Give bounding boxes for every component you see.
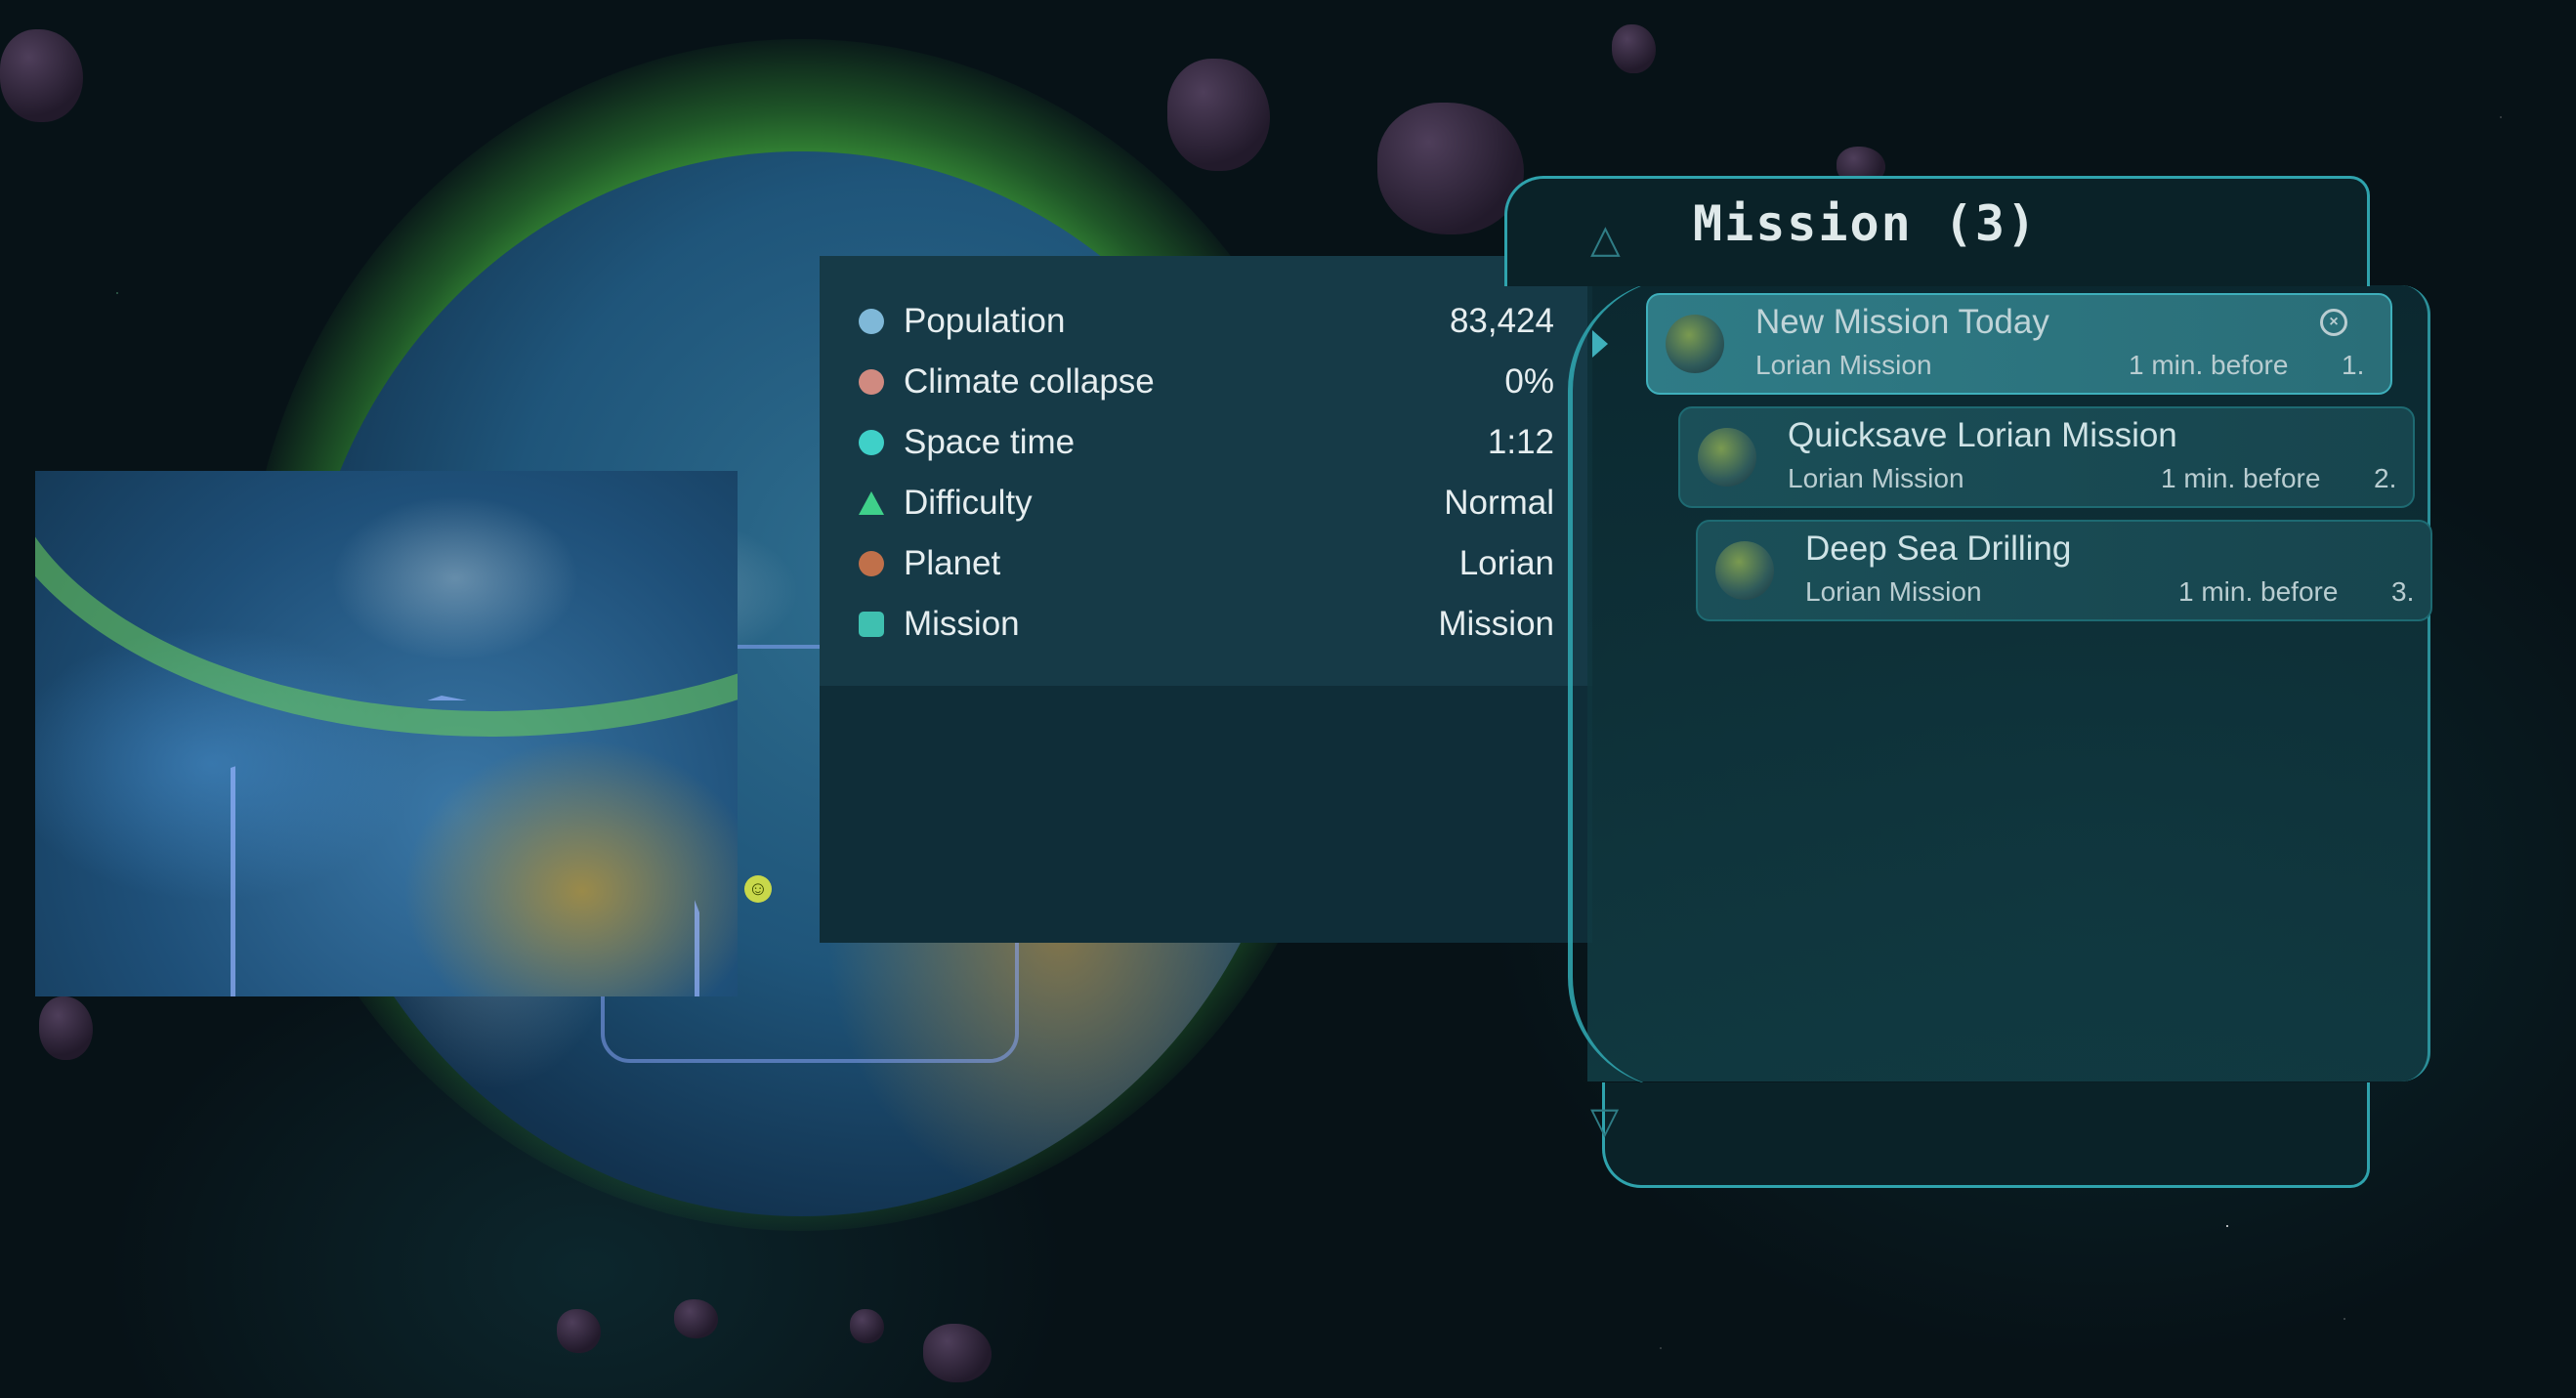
- asteroid: [1167, 59, 1270, 171]
- scroll-up-icon[interactable]: △: [1590, 217, 1637, 261]
- mission-name: New Mission Today: [1755, 303, 2049, 341]
- asteroid: [674, 1299, 718, 1338]
- mission-time: 1 min. before: [2178, 576, 2339, 607]
- planet-thumbnail-icon: [1666, 315, 1724, 373]
- mission-number: 2.: [2374, 463, 2397, 493]
- asteroid: [39, 996, 93, 1060]
- population-icon: [859, 309, 884, 334]
- smiley-marker-icon[interactable]: ☺: [744, 875, 772, 903]
- stat-value: Mission: [1438, 605, 1554, 643]
- selection-pointer-icon: [1592, 330, 1608, 358]
- stat-value: Normal: [1444, 484, 1554, 522]
- stat-label: Difficulty: [904, 484, 1033, 522]
- mission-name: Quicksave Lorian Mission: [1788, 416, 2177, 454]
- stat-row-difficulty: Difficulty Normal: [859, 479, 1554, 528]
- stat-value: Lorian: [1458, 544, 1554, 582]
- stat-value: 0%: [1504, 362, 1554, 401]
- preview-atmosphere-glow: [35, 471, 738, 737]
- mission-time: 1 min. before: [2161, 463, 2321, 493]
- stat-label: Mission: [904, 605, 1020, 643]
- stat-label: Population: [904, 302, 1066, 340]
- planet-icon: [859, 551, 884, 576]
- mission-subtitle: Lorian Mission: [1805, 576, 1982, 607]
- stopwatch-icon: [859, 430, 884, 455]
- stat-label: Planet: [904, 544, 1001, 582]
- stat-row-planet: Planet Lorian: [859, 539, 1554, 588]
- mission-name: Deep Sea Drilling: [1805, 530, 2072, 568]
- panel-curve-accent: [1568, 278, 1680, 1089]
- delete-icon[interactable]: ×: [2320, 309, 2347, 336]
- mission-title: Mission (3): [1693, 195, 2039, 252]
- mission-icon: [859, 612, 884, 637]
- mission-list-item[interactable]: Deep Sea Drilling Lorian Mission 1 min. be…: [1696, 520, 2432, 621]
- mission-footer: [1602, 1082, 2370, 1188]
- stat-value: 83,424: [1449, 302, 1554, 340]
- asteroid: [1612, 24, 1656, 73]
- warning-triangle-icon: [859, 491, 884, 515]
- asteroid: [0, 29, 83, 122]
- scroll-down-icon[interactable]: ▽: [1590, 1099, 1619, 1143]
- stat-label: Space time: [904, 423, 1076, 461]
- mission-time: 1 min. before: [2129, 350, 2289, 380]
- mission-list-item[interactable]: Quicksave Lorian Mission Lorian Mission 1 …: [1678, 406, 2415, 508]
- preview-frame: [820, 686, 1592, 943]
- planet-thumbnail-icon: [1715, 541, 1774, 600]
- stat-row-mission: Mission Mission: [859, 600, 1554, 649]
- stat-label: Climate collapse: [904, 362, 1155, 401]
- preview-region-outline: [231, 696, 699, 996]
- mission-subtitle: Lorian Mission: [1755, 350, 1932, 380]
- asteroid: [850, 1309, 884, 1343]
- mission-number: 1.: [2342, 350, 2365, 380]
- asteroid: [923, 1324, 992, 1382]
- mission-list-item[interactable]: New Mission Today Lorian Mission 1 min. be…: [1646, 293, 2392, 395]
- stat-row-climate-collapse: Climate collapse 0%: [859, 358, 1554, 406]
- planet-thumbnail-icon: [1698, 428, 1756, 487]
- asteroid: [557, 1309, 601, 1353]
- stat-row-population: Population 83,424: [859, 297, 1554, 346]
- mission-subtitle: Lorian Mission: [1788, 463, 1964, 493]
- mission-preview-image: [35, 471, 738, 996]
- thermometer-icon: [859, 369, 884, 395]
- stat-row-space-time: Space time 1:12: [859, 418, 1554, 467]
- mission-number: 3.: [2391, 576, 2415, 607]
- stat-value: 1:12: [1487, 423, 1554, 461]
- asteroid: [1377, 103, 1524, 234]
- mission-list-background: [1587, 285, 2430, 1081]
